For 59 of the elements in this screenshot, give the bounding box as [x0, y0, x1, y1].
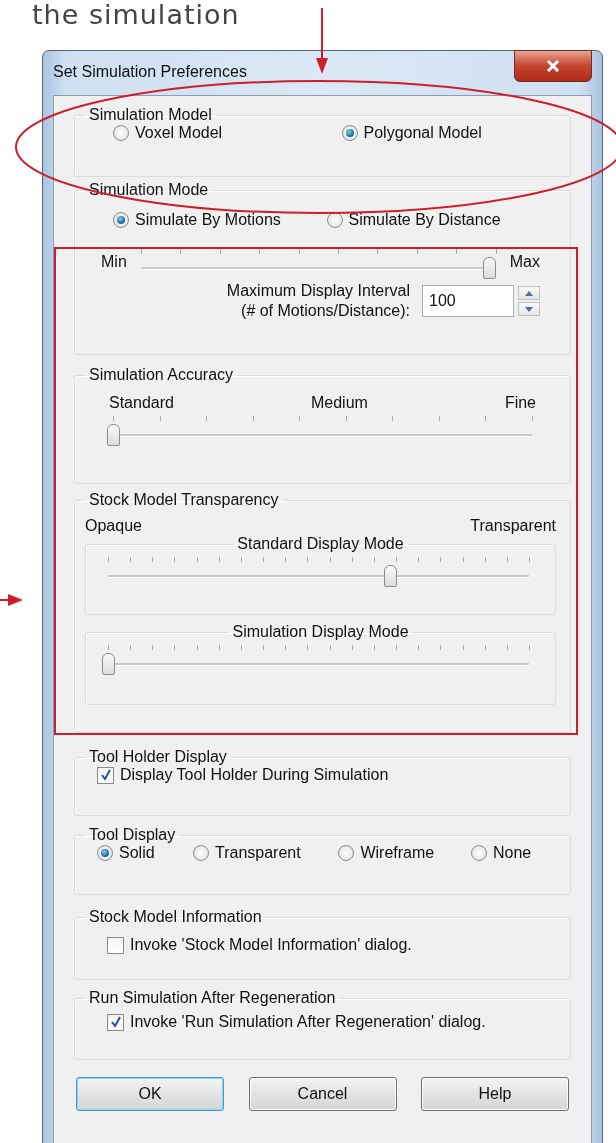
- group-label: Simulation Mode: [88, 181, 210, 199]
- group-label: Simulation Accuracy: [88, 366, 235, 384]
- close-icon: [546, 60, 560, 72]
- down-arrow: [315, 8, 329, 74]
- slider-thumb[interactable]: [102, 653, 115, 675]
- window-title: Set Simulation Preferences: [53, 63, 247, 81]
- radio-button[interactable]: [113, 125, 129, 141]
- group-label: Simulation Display Mode: [231, 623, 410, 641]
- radio-option[interactable]: Wireframe: [338, 844, 471, 862]
- transparent-label: Transparent: [470, 517, 556, 535]
- radio-button[interactable]: [338, 845, 355, 861]
- radio-option[interactable]: Voxel Model: [113, 124, 342, 142]
- min-label: Min: [101, 253, 127, 271]
- checkbox[interactable]: [107, 1013, 124, 1031]
- close-button[interactable]: [514, 50, 592, 82]
- checkbox[interactable]: [97, 766, 114, 784]
- scale-label: Medium: [310, 394, 368, 412]
- checkbox-option[interactable]: Invoke 'Stock Model Information' dialog.: [107, 936, 560, 954]
- group-label: Stock Model Transparency: [88, 491, 280, 509]
- checkbox[interactable]: [107, 936, 124, 954]
- checkbox-option[interactable]: Display Tool Holder During Simulation: [97, 766, 560, 784]
- scale-label: Standard: [109, 394, 174, 412]
- group-label: Simulation Model: [88, 106, 213, 124]
- radio-button[interactable]: [192, 845, 209, 861]
- interval-label: Maximum Display Interval (# of Motions/Distance):: [226, 281, 410, 321]
- dialog-button[interactable]: OK: [76, 1077, 224, 1111]
- group-label: Standard Display Mode: [236, 535, 405, 553]
- radio-option[interactable]: Solid: [97, 844, 193, 862]
- group-label: Run Simulation After Regeneration: [88, 989, 337, 1007]
- max-label: Max: [509, 253, 540, 271]
- radio-button[interactable]: [470, 845, 487, 861]
- radio-option[interactable]: Simulate By Distance: [326, 211, 540, 229]
- slider-thumb[interactable]: [107, 424, 120, 446]
- right-arrow: [0, 594, 23, 606]
- checkbox-option[interactable]: Invoke 'Run Simulation After Regeneration' dialog.: [107, 1013, 560, 1031]
- radio-option[interactable]: None: [470, 844, 560, 862]
- radio-option[interactable]: Transparent: [192, 844, 339, 862]
- spin-down-button[interactable]: [518, 302, 540, 316]
- dialog-button[interactable]: Help: [421, 1077, 569, 1111]
- radio-button[interactable]: [341, 125, 358, 141]
- caption: the simulation: [32, 0, 240, 30]
- check-icon: [109, 1016, 122, 1028]
- radio-button[interactable]: [113, 212, 129, 228]
- group-label: Stock Model Information: [88, 908, 263, 926]
- spin-up-button[interactable]: [518, 286, 540, 300]
- down-caret-icon: [525, 306, 533, 312]
- up-caret-icon: [525, 290, 533, 296]
- radio-option[interactable]: Simulate By Motions: [113, 211, 327, 229]
- radio-option[interactable]: Polygonal Model: [341, 124, 570, 142]
- group-label: Tool Display: [88, 826, 177, 844]
- opaque-label: Opaque: [85, 517, 142, 535]
- slider-thumb[interactable]: [384, 565, 398, 587]
- scale-label: Fine: [504, 394, 536, 412]
- group-label: Tool Holder Display: [88, 748, 228, 766]
- interval-field[interactable]: 100: [422, 285, 514, 317]
- check-icon: [99, 769, 112, 781]
- radio-button[interactable]: [97, 845, 113, 861]
- dialog-button[interactable]: Cancel: [248, 1077, 397, 1111]
- slider-thumb[interactable]: [482, 257, 496, 279]
